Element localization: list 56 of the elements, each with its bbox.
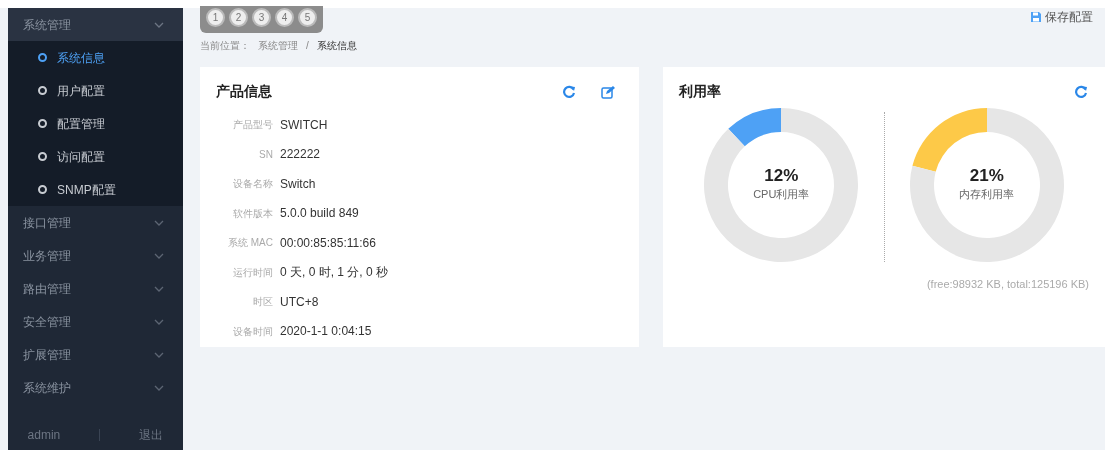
field-value: 222222 <box>280 146 321 164</box>
bullet-icon <box>38 185 47 194</box>
save-config-button[interactable]: 保存配置 <box>1030 8 1093 26</box>
menu-group[interactable]: 扩展管理 <box>8 338 183 371</box>
field-value: 2020-1-1 0:04:15 <box>280 323 372 341</box>
field-label: 软件版本 <box>232 206 274 221</box>
usage-label: 内存利用率 <box>959 187 1015 203</box>
menu-item[interactable]: 系统信息 <box>8 41 183 74</box>
field-label: 产品型号 <box>232 118 274 133</box>
breadcrumb-item[interactable]: 系统管理 <box>258 38 298 53</box>
port-indicator[interactable]: 4 <box>275 8 294 27</box>
field-value: 00:00:85:85:11:66 <box>280 234 376 252</box>
field-value: UTC+8 <box>280 293 319 311</box>
logout-link[interactable]: 退出 <box>139 426 164 444</box>
memory-note: (free:98932 KB, total:125196 KB) <box>925 277 1089 292</box>
field-label: 时区 <box>252 295 274 310</box>
menu-group[interactable]: 业务管理 <box>8 239 183 272</box>
usage-percent: 21% <box>969 167 1004 187</box>
menu-item[interactable]: SNMP配置 <box>8 173 183 206</box>
field-value: Switch <box>280 175 316 193</box>
menu-item[interactable]: 用户配置 <box>8 74 183 107</box>
field-value: 0 天, 0 时, 1 分, 0 秒 <box>280 264 389 282</box>
menu-group[interactable]: 系统维护 <box>8 371 183 404</box>
menu-group[interactable]: 路由管理 <box>8 272 183 305</box>
field-label: SN <box>258 147 274 162</box>
card-title: 利用率 <box>679 82 721 101</box>
field-value: 5.0.0 build 849 <box>280 205 359 223</box>
breadcrumb-separator: / <box>306 39 309 53</box>
menu-item[interactable]: 配置管理 <box>8 107 183 140</box>
breadcrumb-label: 当前位置： <box>200 39 250 53</box>
edit-icon <box>601 85 615 100</box>
port-indicator[interactable]: 5 <box>298 8 317 27</box>
port-indicator[interactable]: 3 <box>252 8 271 27</box>
field-label: 设备名称 <box>232 177 274 192</box>
refresh-icon <box>563 85 577 100</box>
field-label: 系统 MAC <box>227 236 274 251</box>
menu-group[interactable]: 安全管理 <box>8 305 183 338</box>
bullet-icon <box>38 119 47 128</box>
usage-label: CPU利用率 <box>753 187 810 203</box>
card-title: 产品信息 <box>216 82 272 101</box>
usage-percent: 12% <box>764 167 799 187</box>
menu-group[interactable]: 系统管理 <box>8 8 183 41</box>
bullet-icon <box>38 152 47 161</box>
username: admin <box>27 427 61 444</box>
bullet-icon <box>38 53 47 62</box>
port-indicator[interactable]: 2 <box>229 8 248 27</box>
save-icon <box>1030 11 1042 23</box>
field-label: 运行时间 <box>232 265 274 280</box>
port-indicator[interactable]: 1 <box>206 8 225 27</box>
bullet-icon <box>38 86 47 95</box>
field-value: SWITCH <box>280 116 328 134</box>
refresh-icon <box>1075 85 1089 100</box>
breadcrumb-item: 系统信息 <box>316 39 357 53</box>
field-label: 设备时间 <box>232 324 274 339</box>
menu-item[interactable]: 访问配置 <box>8 140 183 173</box>
menu-group[interactable]: 接口管理 <box>8 206 183 239</box>
